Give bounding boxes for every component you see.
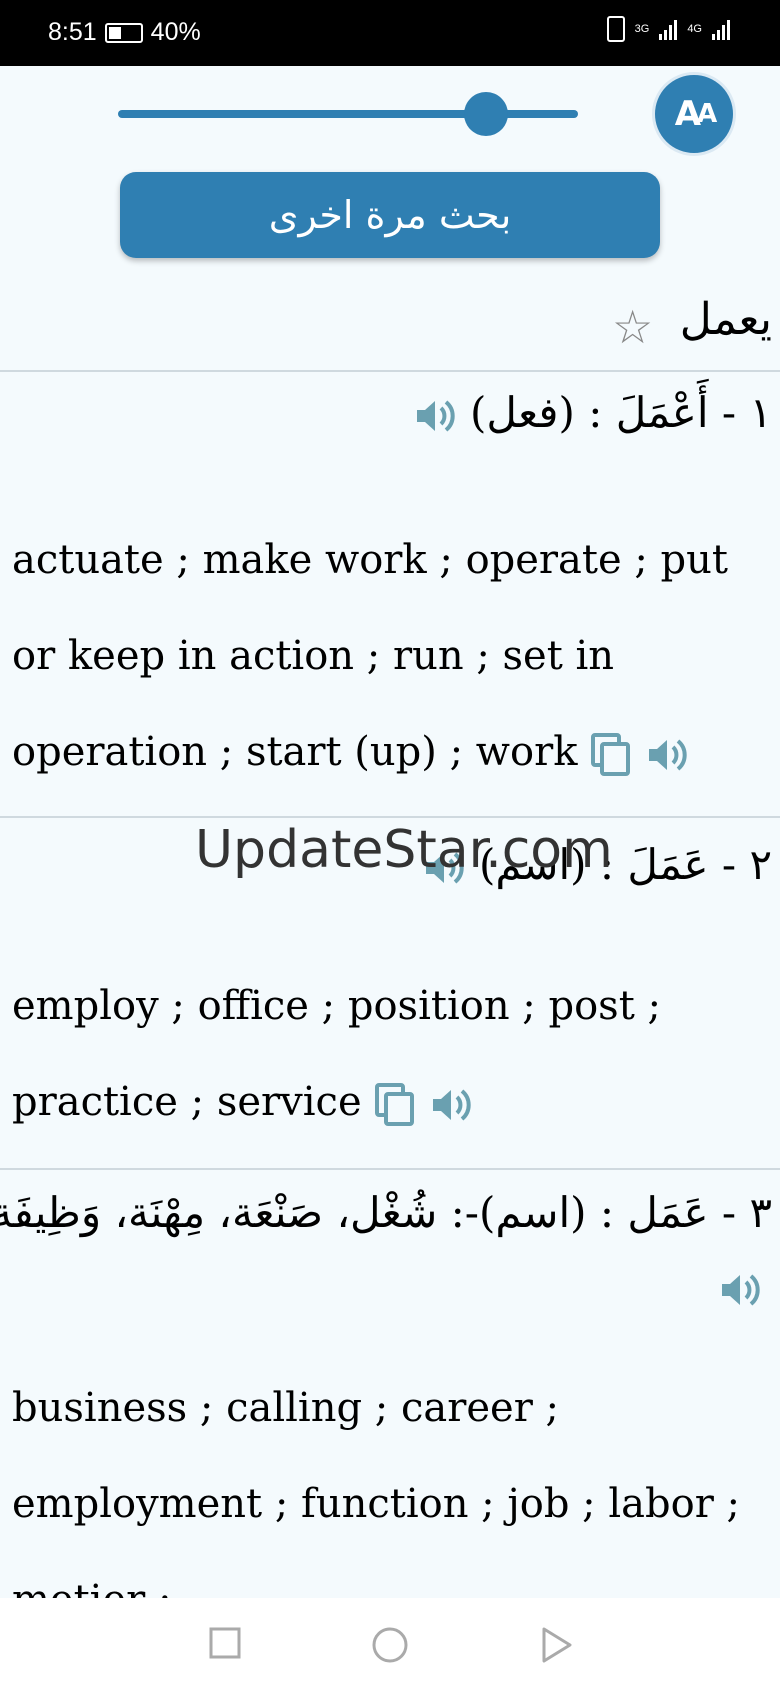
- slider-thumb[interactable]: [464, 92, 508, 136]
- signal-icon: [659, 18, 678, 40]
- font-size-button[interactable]: AA: [652, 72, 736, 156]
- entry-english: actuate ; make work ; operate ; put or k…: [12, 512, 772, 800]
- entry-english-text: employ ; office ; position ; post ; prac…: [12, 983, 661, 1125]
- navigation-bar: [0, 1598, 780, 1690]
- status-bar: 8:51 40% 3G 4G: [0, 0, 780, 66]
- headword: يعمل: [679, 294, 772, 345]
- battery-level: 40%: [150, 18, 201, 46]
- word-header: يعمل ☆: [0, 282, 780, 372]
- speaker-icon[interactable]: [718, 1270, 762, 1310]
- entry-english: employ ; office ; position ; post ; prac…: [12, 958, 772, 1150]
- search-again-button[interactable]: بحث مرة اخرى: [120, 172, 660, 258]
- speaker-icon[interactable]: [429, 1085, 473, 1125]
- network-4g: 4G: [687, 23, 702, 35]
- back-icon[interactable]: [540, 1626, 574, 1664]
- copy-icon[interactable]: [374, 1082, 416, 1128]
- recent-apps-icon[interactable]: [208, 1626, 242, 1660]
- copy-icon[interactable]: [590, 732, 632, 778]
- clock: 8:51: [48, 18, 97, 46]
- home-icon[interactable]: [371, 1626, 409, 1664]
- watermark: UpdateStar.com: [195, 820, 613, 880]
- speaker-icon[interactable]: [645, 735, 689, 775]
- speaker-icon[interactable]: [413, 396, 457, 436]
- entry-arabic-text: ١ - أَعْمَلَ : (فعل): [469, 388, 772, 437]
- entry-arabic: ٣ - عَمَل : (اسم)-: شُغْل، صَنْعَة، مِهْ…: [0, 1188, 772, 1237]
- signal-icon-2: [712, 18, 730, 40]
- entry-arabic: ١ - أَعْمَلَ : (فعل): [413, 388, 772, 437]
- entry-1: ١ - أَعْمَلَ : (فعل) actuate ; make work…: [0, 372, 780, 818]
- network-3g: 3G: [634, 23, 650, 35]
- font-size-slider[interactable]: [118, 110, 578, 118]
- font-icon-big: A: [674, 94, 701, 134]
- battery-icon: [104, 22, 143, 43]
- font-icon-small: A: [697, 99, 717, 129]
- favorite-star-icon[interactable]: ☆: [612, 300, 653, 354]
- vibrate-icon: [606, 16, 625, 42]
- entry-3: ٣ - عَمَل : (اسم)-: شُغْل، صَنْعَة، مِهْ…: [0, 1170, 780, 1623]
